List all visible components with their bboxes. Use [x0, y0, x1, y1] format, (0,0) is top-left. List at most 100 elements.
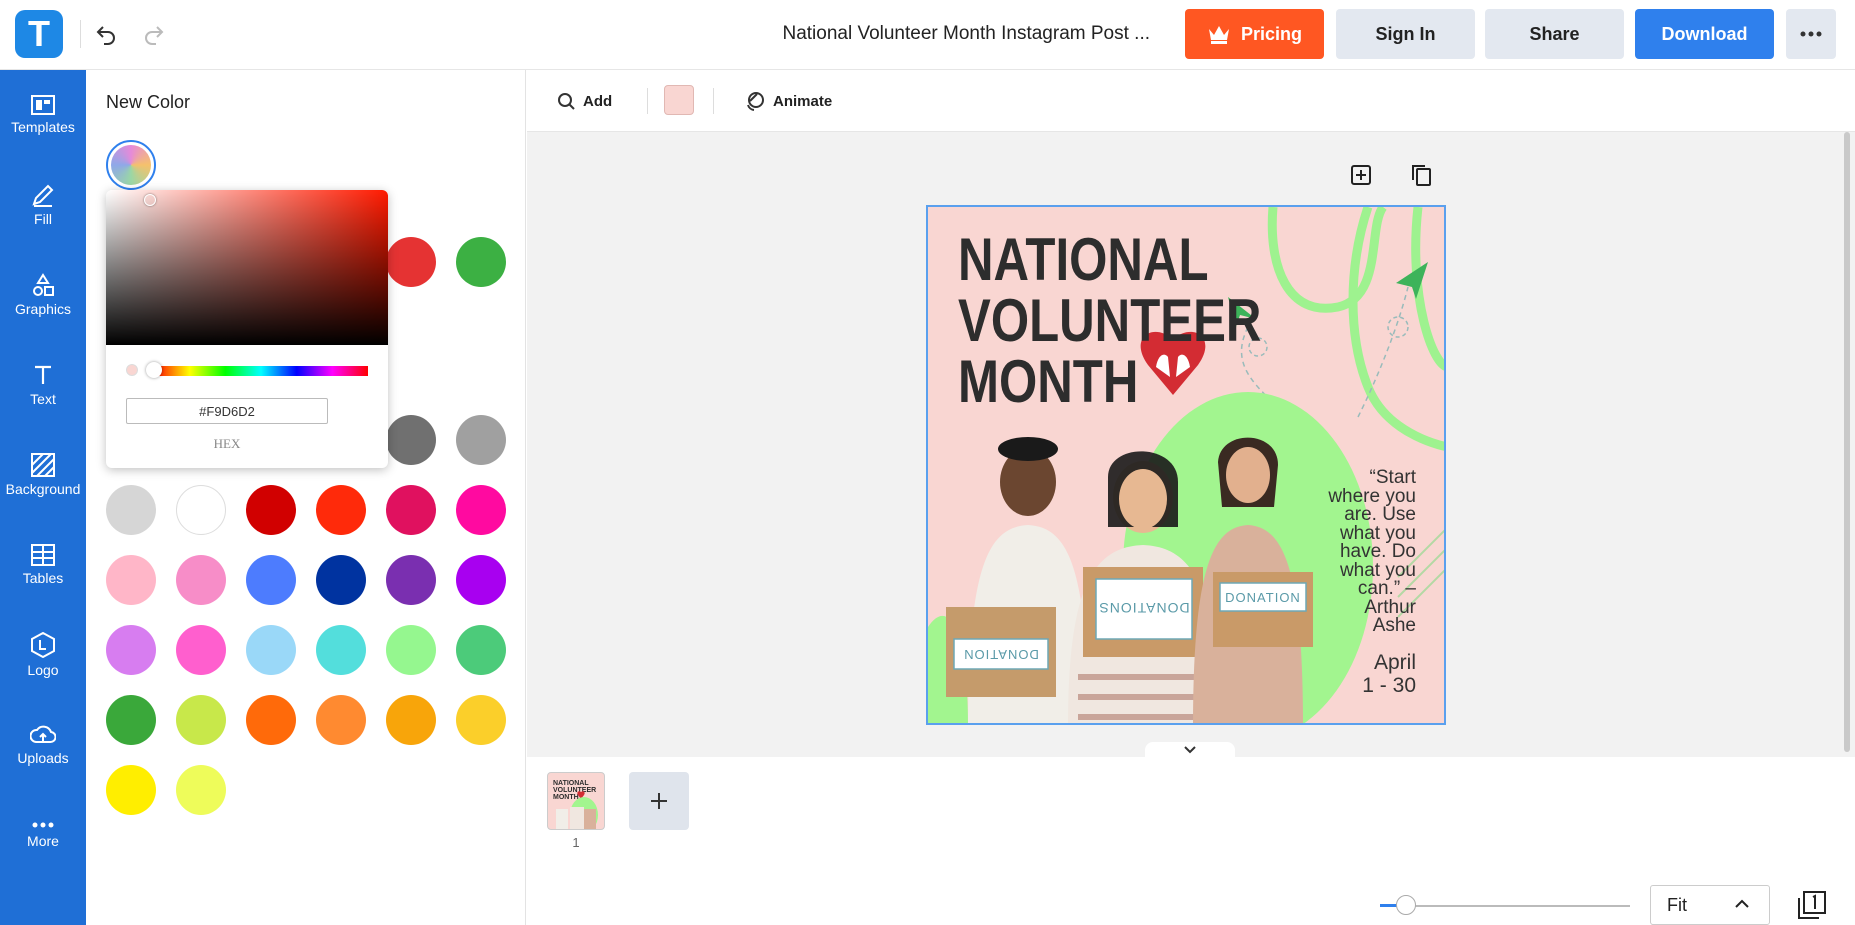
page-number: 1 — [572, 835, 580, 850]
color-swatch[interactable] — [386, 555, 436, 605]
page-count-icon[interactable] — [1797, 890, 1827, 920]
design-canvas[interactable]: DONATION DONATIONS DONATION NATIONAL VOL… — [926, 205, 1446, 725]
sidebar-item-graphics[interactable]: Graphics — [0, 250, 86, 340]
sidebar-item-logo[interactable]: Logo — [0, 610, 86, 700]
sidebar-item-tables[interactable]: Tables — [0, 520, 86, 610]
animate-label: Animate — [773, 92, 833, 110]
hue-slider[interactable] — [154, 366, 368, 376]
svg-text:VOLUNTEER: VOLUNTEER — [553, 787, 596, 794]
color-swatch[interactable] — [106, 765, 156, 815]
sidebar-label: Uploads — [17, 750, 69, 766]
svg-text:MONTH: MONTH — [553, 794, 579, 801]
color-swatch[interactable] — [106, 625, 156, 675]
chevron-down-icon — [1184, 746, 1196, 754]
color-swatch[interactable] — [456, 237, 506, 287]
canvas-toolbar: Add Animate — [527, 70, 1855, 132]
color-swatch[interactable] — [316, 555, 366, 605]
sidebar-item-templates[interactable]: Templates — [0, 70, 86, 160]
sign-in-label: Sign In — [1375, 23, 1436, 44]
sidebar-item-text[interactable]: Text — [0, 340, 86, 430]
quote-line: “Start — [1369, 467, 1416, 488]
color-swatch[interactable] — [176, 625, 226, 675]
design-quote[interactable]: “Start where you are. Use what you have.… — [1296, 467, 1416, 636]
fill-color-button[interactable] — [664, 85, 694, 115]
add-page-icon[interactable] — [1343, 157, 1379, 193]
add-button[interactable]: Add — [557, 70, 612, 132]
color-swatch[interactable] — [246, 695, 296, 745]
share-button[interactable]: Share — [1485, 9, 1624, 59]
saturation-value-area[interactable] — [106, 190, 388, 345]
color-swatch[interactable] — [386, 695, 436, 745]
color-swatch[interactable] — [246, 485, 296, 535]
color-swatch[interactable] — [316, 625, 366, 675]
redo-icon[interactable] — [136, 16, 172, 52]
page-thumbnail[interactable]: NATIONAL VOLUNTEER MONTH — [547, 772, 605, 830]
saturation-handle[interactable] — [144, 194, 156, 206]
duplicate-page-icon[interactable] — [1403, 157, 1439, 193]
pricing-label: Pricing — [1240, 23, 1302, 44]
undo-icon[interactable] — [88, 16, 124, 52]
canvas-workspace: DONATION DONATIONS DONATION NATIONAL VOL… — [527, 132, 1855, 757]
document-title[interactable]: National Volunteer Month Instagram Post … — [720, 0, 1150, 68]
zoom-slider-handle[interactable] — [1396, 895, 1416, 915]
sidebar-label: Templates — [11, 119, 75, 135]
sign-in-button[interactable]: Sign In — [1336, 9, 1475, 59]
add-page-button[interactable] — [629, 772, 689, 830]
color-swatch[interactable] — [456, 555, 506, 605]
color-swatch[interactable] — [106, 555, 156, 605]
pricing-button[interactable]: Pricing — [1185, 9, 1324, 59]
app-logo[interactable]: T — [15, 10, 63, 58]
color-swatch[interactable] — [456, 695, 506, 745]
workspace-scrollbar[interactable] — [1842, 132, 1852, 752]
background-icon — [31, 453, 55, 477]
sidebar-item-fill[interactable]: Fill — [0, 160, 86, 250]
sidebar-label: More — [27, 833, 59, 849]
color-swatch[interactable] — [246, 555, 296, 605]
pencil-icon — [32, 184, 54, 207]
color-swatch[interactable] — [106, 485, 156, 535]
color-picker-popup: HEX — [106, 190, 388, 468]
color-swatch[interactable] — [176, 765, 226, 815]
hex-input[interactable] — [126, 398, 328, 424]
hue-slider-handle[interactable] — [146, 362, 162, 378]
sidebar-item-background[interactable]: Background — [0, 430, 86, 520]
headline-line: MONTH — [958, 348, 1139, 415]
quote-line: are. Use — [1344, 504, 1416, 525]
animate-button[interactable]: Animate — [745, 70, 832, 132]
ellipsis-icon — [1800, 31, 1822, 37]
color-swatch[interactable] — [316, 485, 366, 535]
more-icon — [32, 822, 54, 828]
download-label: Download — [1661, 23, 1748, 44]
color-swatch[interactable] — [386, 485, 436, 535]
color-swatch[interactable] — [386, 415, 436, 465]
download-button[interactable]: Download — [1635, 9, 1774, 59]
collapse-pages-tab[interactable] — [1145, 742, 1235, 758]
color-swatch[interactable] — [176, 695, 226, 745]
new-color-swatch[interactable] — [106, 140, 156, 190]
sidebar-label: Logo — [27, 662, 59, 678]
svg-text:NATIONAL: NATIONAL — [553, 780, 589, 787]
color-swatch[interactable] — [456, 625, 506, 675]
sidebar-item-more[interactable]: More — [0, 790, 86, 880]
color-swatch[interactable] — [386, 237, 436, 287]
crown-icon — [1208, 26, 1229, 44]
color-swatch[interactable] — [386, 625, 436, 675]
zoom-select[interactable]: Fit — [1650, 885, 1770, 925]
color-swatch[interactable] — [456, 415, 506, 465]
design-date[interactable]: April 1 - 30 — [1296, 651, 1416, 697]
sidebar-item-uploads[interactable]: Uploads — [0, 700, 86, 790]
zoom-slider-track[interactable] — [1380, 905, 1630, 907]
color-swatch[interactable] — [106, 695, 156, 745]
toolbar-divider — [647, 88, 648, 114]
svg-text:DONATION: DONATION — [1225, 590, 1301, 605]
color-swatch[interactable] — [246, 625, 296, 675]
color-swatch[interactable] — [456, 485, 506, 535]
sidebar: Templates Fill Graphics Text Background … — [0, 70, 86, 925]
color-swatch[interactable] — [176, 485, 226, 535]
design-headline[interactable]: NATIONAL VOLUNTEER MONTH — [958, 229, 1261, 412]
svg-text:DONATIONS: DONATIONS — [1098, 600, 1189, 616]
color-swatch[interactable] — [316, 695, 366, 745]
sidebar-label: Tables — [22, 570, 64, 586]
color-swatch[interactable] — [176, 555, 226, 605]
more-options-button[interactable] — [1786, 9, 1836, 59]
